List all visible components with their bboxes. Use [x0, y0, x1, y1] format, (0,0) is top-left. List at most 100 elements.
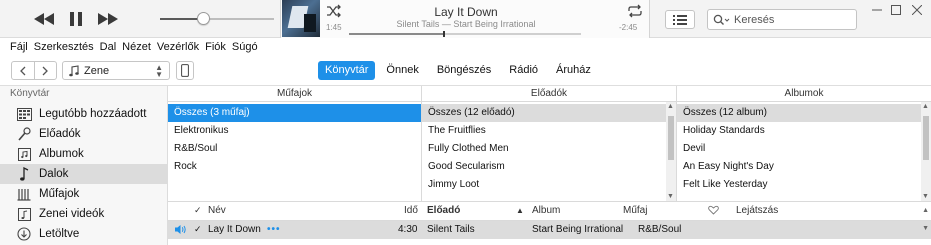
tab-store[interactable]: Áruház — [549, 61, 598, 80]
albums-column-header: Albumok — [677, 86, 931, 102]
volume-knob[interactable] — [197, 12, 211, 25]
songs-table-header: ✓ Név Idő Előadó ▲ Album Műfaj Lejátszás… — [168, 201, 931, 221]
search-box[interactable] — [707, 9, 857, 30]
menu-song[interactable]: Dal — [100, 41, 117, 53]
menu-controls[interactable]: Vezérlők — [157, 41, 199, 53]
genre-row[interactable]: R&B/Soul — [168, 140, 421, 158]
artists-column-header: Előadók — [422, 86, 676, 102]
tab-radio[interactable]: Rádió — [502, 61, 545, 80]
song-checkbox[interactable]: ✓ — [194, 224, 202, 235]
sidebar-item-songs[interactable]: Dalok — [0, 164, 167, 184]
list-icon — [673, 14, 687, 25]
history-arrows — [11, 61, 57, 80]
next-track-button[interactable] — [94, 9, 122, 29]
album-row[interactable]: Devil — [677, 140, 921, 158]
genres-icon — [16, 186, 32, 202]
table-row[interactable]: ✓ Lay It Down ••• 4:30 Silent Tails Star… — [168, 221, 931, 239]
artist-row-all[interactable]: Összes (12 előadó) — [422, 104, 666, 122]
checkmark-column-icon[interactable]: ✓ — [194, 205, 202, 216]
artist-row[interactable]: The Fruitflies — [422, 122, 666, 140]
elapsed-time: 1:45 — [326, 23, 342, 32]
artist-row[interactable]: Jimmy Loot — [422, 176, 666, 194]
scroll-up-icon[interactable]: ▲ — [922, 103, 929, 110]
pause-icon — [70, 12, 82, 26]
genre-row[interactable]: Rock — [168, 158, 421, 176]
song-artist: Silent Tails — [427, 224, 475, 235]
previous-track-button[interactable] — [30, 9, 58, 29]
menu-account[interactable]: Fiók — [205, 41, 226, 53]
repeat-icon[interactable] — [627, 4, 643, 18]
genre-row[interactable]: Elektronikus — [168, 122, 421, 140]
sidebar-item-recently-added[interactable]: Legutóbb hozzáadott — [0, 104, 167, 124]
scroll-down-icon[interactable]: ▼ — [667, 193, 674, 200]
column-header-artist[interactable]: Előadó — [427, 205, 460, 216]
progress-fill — [349, 33, 445, 35]
back-button[interactable] — [12, 62, 35, 79]
album-row-all[interactable]: Összes (12 album) — [677, 104, 921, 122]
song-genre: R&B/Soul — [638, 224, 682, 235]
album-row[interactable]: Felt Like Yesterday — [677, 176, 921, 194]
close-button[interactable] — [908, 2, 926, 18]
music-video-icon — [16, 206, 32, 222]
progress-bar[interactable] — [349, 31, 581, 37]
artist-row[interactable]: Fully Clothed Men — [422, 140, 666, 158]
scroll-down-icon[interactable]: ▼ — [922, 193, 929, 200]
playhead[interactable] — [443, 31, 446, 37]
search-input[interactable] — [734, 13, 852, 26]
menu-help[interactable]: Súgó — [232, 41, 258, 53]
shuffle-icon[interactable] — [326, 4, 342, 18]
column-header-genre[interactable]: Műfaj — [623, 205, 647, 216]
sidebar-item-albums[interactable]: Albumok — [0, 144, 167, 164]
sort-ascending-icon: ▲ — [516, 206, 524, 215]
album-artwork[interactable] — [282, 0, 320, 37]
album-row[interactable]: Holiday Standards — [677, 122, 921, 140]
scroll-up-icon[interactable]: ▲ — [667, 103, 674, 110]
tab-for-you[interactable]: Önnek — [379, 61, 425, 80]
scrollbar-thumb[interactable] — [923, 116, 929, 160]
scroll-up-icon[interactable]: ▲ — [922, 207, 929, 214]
minimize-button[interactable] — [868, 2, 886, 18]
media-type-label: Zene — [84, 64, 110, 77]
sidebar-item-genres[interactable]: Műfajok — [0, 184, 167, 204]
heart-icon[interactable] — [708, 205, 719, 218]
genre-row-all[interactable]: Összes (3 műfaj) — [168, 104, 421, 122]
menu-edit[interactable]: Szerkesztés — [34, 41, 94, 53]
tab-browse[interactable]: Böngészés — [430, 61, 498, 80]
column-header-name[interactable]: Név — [208, 205, 226, 216]
maximize-button[interactable] — [887, 2, 905, 18]
column-header-time[interactable]: Idő — [404, 205, 418, 216]
microphone-icon — [16, 126, 32, 142]
song-name: Lay It Down — [208, 224, 261, 235]
device-button[interactable] — [176, 61, 194, 80]
sidebar-item-artists[interactable]: Előadók — [0, 124, 167, 144]
menu-bar: Fájl Szerkesztés Dal Nézet Vezérlők Fiók… — [0, 38, 931, 56]
pause-button[interactable] — [64, 9, 88, 29]
menu-file[interactable]: Fájl — [10, 41, 28, 53]
column-header-album[interactable]: Album — [532, 205, 560, 216]
album-row[interactable]: An Easy Night's Day — [677, 158, 921, 176]
tab-library[interactable]: Könyvtár — [318, 61, 376, 80]
media-type-select[interactable]: Zene ▲ ▼ — [62, 61, 170, 80]
chevron-right-icon — [42, 66, 48, 75]
artist-row[interactable]: Good Secularism — [422, 158, 666, 176]
chevron-left-icon — [20, 66, 26, 75]
minimize-icon — [872, 9, 882, 11]
rewind-icon — [34, 13, 54, 25]
forward-button[interactable] — [35, 62, 57, 79]
recently-added-icon — [16, 106, 32, 122]
artists-scrollbar[interactable]: ▲ ▼ — [666, 102, 676, 201]
albums-scrollbar[interactable]: ▲ ▼ — [921, 102, 931, 201]
fast-forward-icon — [98, 13, 118, 25]
genres-column: Műfajok Összes (3 műfaj) Elektronikus R&… — [168, 86, 421, 201]
scrollbar-thumb[interactable] — [668, 116, 674, 160]
sidebar-item-music-videos[interactable]: Zenei videók — [0, 204, 167, 224]
sidebar-item-label: Dalok — [39, 168, 69, 180]
menu-view[interactable]: Nézet — [122, 41, 151, 53]
column-header-plays[interactable]: Lejátszás — [736, 205, 778, 216]
up-next-button[interactable] — [665, 10, 695, 29]
volume-slider[interactable] — [160, 12, 274, 25]
sidebar-item-downloaded[interactable]: Letöltve — [0, 224, 167, 244]
navigation-bar: Zene ▲ ▼ Könyvtár Önnek Böngészés Rádió Á… — [0, 56, 931, 86]
more-options-icon[interactable]: ••• — [267, 224, 281, 235]
scroll-down-icon[interactable]: ▼ — [922, 225, 929, 232]
